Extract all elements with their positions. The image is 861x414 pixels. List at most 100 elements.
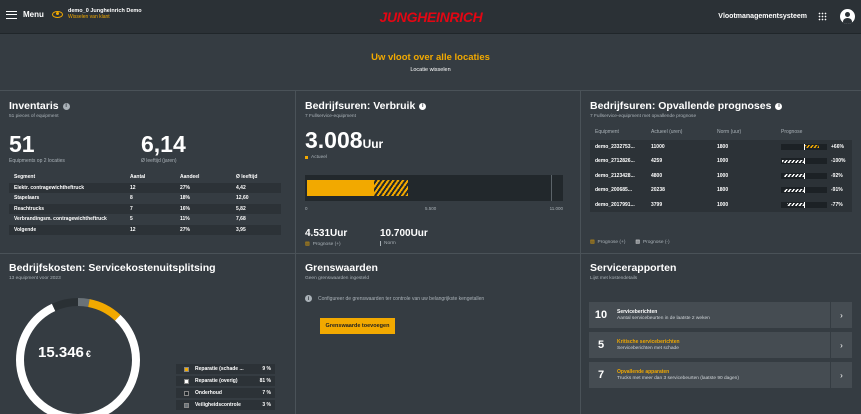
table-cell: demo_2017991... [590, 197, 646, 212]
hatch-icon: ▨ [635, 240, 640, 245]
forecast-bar-midline [804, 201, 805, 208]
table-cell: 1800 [712, 139, 776, 154]
cost-legend-item: Veiligheidscontrole 3 % [176, 400, 275, 410]
service-report-item[interactable]: 10 Serviceberichten Aantal servicebeurten … [589, 302, 852, 328]
forecasts-title: Bedrijfsuren: Opvallende prognoses i [590, 100, 854, 112]
usage-title: Bedrijfsuren: Verbruik i [305, 100, 573, 112]
legend-label: Prognose (-) [642, 240, 670, 245]
legend-percent: 81 % [259, 378, 271, 384]
switch-location-link[interactable]: Locatie wisselen [0, 67, 861, 73]
forecast-bar-fill [782, 159, 804, 163]
table-cell: 20238 [646, 183, 712, 198]
table-row[interactable]: Volgende 12 27% 3,95 [9, 224, 281, 235]
switch-customer-link[interactable]: Wisselen van klant [68, 14, 142, 20]
table-row[interactable]: Reachtrucks 7 16% 5,82 [9, 203, 281, 214]
table-cell: 3799 [646, 197, 712, 212]
table-cell: +66% [776, 139, 852, 154]
column-header: Aandeel [180, 174, 200, 181]
norm-marker [551, 175, 552, 201]
chevron-right-icon[interactable]: › [830, 362, 852, 388]
reports-panel: Servicerapporten Lijst met kostendetails [590, 262, 854, 281]
table-row[interactable]: demo_2712826... 4259 1000 -100% [590, 154, 852, 169]
forecast-percent: -92% [831, 172, 843, 179]
forecast-bar-fill [783, 188, 804, 192]
report-count: 5 [597, 339, 605, 351]
customer-switcher[interactable]: demo_0 Jungheinrich Demo Wisselen van kl… [52, 8, 142, 20]
average-age: 6,14 [141, 131, 186, 157]
column-header: Prognose [781, 129, 803, 136]
add-limit-button[interactable]: Grenswaarde toevoegen [320, 318, 395, 334]
divider [295, 254, 296, 414]
table-cell: 1000 [712, 168, 776, 183]
table-row[interactable]: Verbrandingsm. contragewichtheftruck 5 11%… [9, 214, 281, 225]
hero: Uw vloot over alle locaties Locatie wiss… [0, 52, 861, 73]
report-count: 10 [594, 309, 608, 321]
table-cell: -91% [776, 183, 852, 198]
eye-icon [52, 10, 63, 18]
report-subtitle: Serviceberichten met schade [617, 346, 679, 351]
report-title: Opvallende apparaten [617, 369, 670, 375]
forecast-percent: -100% [831, 158, 846, 165]
inventory-title: Inventaris i [9, 100, 287, 112]
info-icon[interactable]: i [775, 102, 783, 110]
table-cell: 1000 [712, 197, 776, 212]
table-row[interactable]: Elektr. contragewichtheftruck 12 27% 4,42 [9, 182, 281, 193]
table-row[interactable]: Stapelaars 8 18% 12,60 [9, 193, 281, 204]
table-cell: -92% [776, 168, 852, 183]
table-row[interactable]: demo_2123428... 4800 1000 -92% [590, 168, 852, 183]
jungheinrich-logo[interactable]: JUNGHEINRICH [372, 9, 490, 25]
forecast-stat: 4.531Uur ▨ Prognose (+) [305, 228, 347, 247]
forecast-percent: -91% [831, 187, 843, 194]
table-row[interactable]: demo_2017991... 3799 1000 -77% [590, 197, 852, 212]
table-row[interactable]: demo_200685... 20238 1800 -91% [590, 183, 852, 198]
chevron-right-icon[interactable]: › [830, 332, 852, 358]
chevron-right-icon[interactable]: › [830, 302, 852, 328]
report-count: 7 [597, 369, 605, 381]
menu-button[interactable]: Menu [6, 10, 44, 19]
norm-label: Norm [384, 241, 396, 246]
average-age-label: Ø leeftijd (jaren) [141, 158, 177, 164]
service-report-item[interactable]: 5 Kritische serviceberichten Serviceberich… [589, 332, 852, 358]
usage-unit: Uur [362, 137, 384, 151]
table-cell: -77% [776, 197, 852, 212]
info-icon[interactable]: i [419, 102, 427, 110]
cost-legend-item: Reparatie (schade ... 9 % [176, 364, 275, 374]
apps-grid-icon[interactable] [818, 12, 827, 21]
table-cell: demo_2712826... [590, 154, 646, 169]
forecast-value: 4.531Uur [305, 228, 348, 239]
forecasts-subtitle: 7 Fullservice-equipment met opvallende p… [590, 114, 697, 119]
report-text: Serviceberichten Aantal servicebeurten in… [617, 309, 710, 321]
table-cell: demo_2123428... [590, 168, 646, 183]
norm-value: 10.700Uur [380, 228, 428, 239]
limits-title: Grenswaarden [305, 262, 378, 274]
table-cell: -100% [776, 154, 852, 169]
forecast-bar-midline [804, 158, 805, 165]
table-row[interactable]: demo_2332753... 11000 1800 +66% [590, 139, 852, 154]
forecast-label: Prognose (+) [312, 241, 341, 247]
legend-label: Prognose (+) [597, 240, 626, 245]
info-icon[interactable]: i [62, 102, 70, 110]
user-avatar-icon[interactable] [840, 9, 855, 24]
table-cell: demo_200685... [590, 183, 646, 198]
system-name: Vlootmanagementsysteem [718, 13, 807, 20]
forecasts-panel: Bedrijfsuren: Opvallende prognoses i 7 Fu… [590, 100, 854, 250]
hero-title: Uw vloot over alle locaties [371, 52, 490, 63]
forecast-bar [781, 143, 827, 150]
service-report-item[interactable]: 7 Opvallende apparaten Trucks met meer dan… [589, 362, 852, 388]
table-cell: 11000 [646, 139, 712, 154]
legend-percent: 7 % [262, 390, 271, 396]
cost-total: 15.346 € [38, 344, 91, 361]
equipment-count-label: Equipments op 2 locaties [9, 158, 65, 164]
limits-info-text: Configureer de grenswaarden ter controle… [318, 295, 485, 302]
forecast-bar [781, 158, 827, 165]
report-text: Kritische serviceberichten Servicebericht… [617, 339, 680, 351]
forecast-bar-fill [804, 145, 819, 149]
legend-swatch [184, 378, 189, 384]
forecast-bar [781, 187, 827, 194]
reports-subtitle: Lijst met kostendetails [590, 276, 638, 281]
forecast-percent: +66% [831, 143, 844, 150]
report-subtitle: Trucks met meer dan 3 servicebeurten (la… [617, 376, 739, 381]
table-cell: 1800 [712, 183, 776, 198]
table-cell: demo_2332753... [590, 139, 646, 154]
cost-legend-item: Onderhoud 7 % [176, 388, 275, 398]
